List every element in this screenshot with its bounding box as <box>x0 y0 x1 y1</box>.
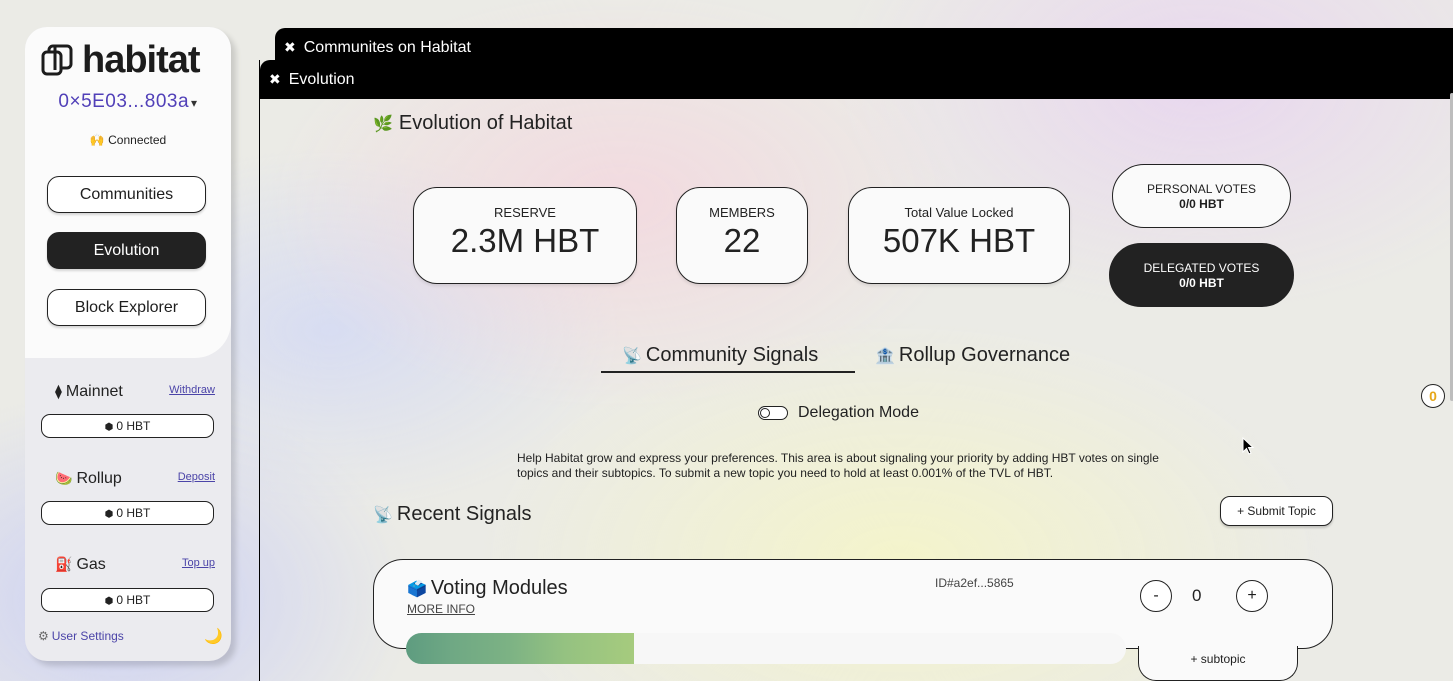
network-mainnet: ⧫ Mainnet Withdraw <box>25 379 231 403</box>
tvl-value: 507K HBT <box>882 222 1036 259</box>
delegation-mode-toggle[interactable]: Delegation Mode <box>758 404 919 422</box>
page-title-text: Evolution of Habitat <box>398 112 573 134</box>
herb-icon: 🌿 <box>373 116 393 133</box>
toggle-switch[interactable] <box>758 406 788 420</box>
window-evolution-title-text: Evolution <box>288 71 355 88</box>
wallet-address-text: 0×5E03...803a <box>58 91 190 112</box>
notification-badge[interactable]: 0 <box>1421 384 1445 408</box>
signal-id: ID#a2ef...5865 <box>935 576 1014 590</box>
tab-community-signals[interactable]: 📡 Community Signals <box>622 344 818 367</box>
wallet-address[interactable]: 0×5E03...803a ▾ <box>25 91 231 113</box>
tab-community-signals-label: Community Signals <box>645 344 819 366</box>
vote-decrease-button[interactable]: - <box>1140 580 1172 612</box>
coin-icon: ⬢ <box>104 422 114 433</box>
nav-communities-button[interactable]: Communities <box>47 176 206 213</box>
signal-title-text: Voting Modules <box>430 577 568 599</box>
delegated-votes-label: DELEGATED VOTES <box>1143 261 1260 275</box>
network-gas: ⛽ Gas Top up <box>25 552 231 576</box>
vote-count: 0 <box>1192 586 1202 605</box>
members-value: 22 <box>723 222 761 259</box>
mainnet-balance-value: 0 HBT <box>116 419 151 433</box>
window-evolution-titlebar[interactable]: ✖ Evolution <box>260 60 1453 99</box>
habitat-logo[interactable]: habitat <box>41 39 201 81</box>
reserve-label: RESERVE <box>494 205 556 220</box>
signal-progress-fill <box>406 633 634 664</box>
watermelon-icon: 🍉 <box>55 470 73 486</box>
gas-balance-value: 0 HBT <box>116 593 151 607</box>
ethereum-icon: ⧫ <box>55 383 62 399</box>
connection-label: Connected <box>108 133 167 147</box>
delegated-votes[interactable]: DELEGATED VOTES 0/0 HBT <box>1109 243 1294 307</box>
vote-increase-button[interactable]: + <box>1236 580 1268 612</box>
signal-progress-bar <box>406 633 1126 664</box>
ballot-box-icon: 🗳️ <box>407 581 427 598</box>
page-title: 🌿 Evolution of Habitat <box>373 112 572 135</box>
personal-votes-label: PERSONAL VOTES <box>1147 182 1256 196</box>
delegated-votes-value: 0/0 HBT <box>1179 276 1224 290</box>
window-evolution-title: ✖ Evolution <box>269 71 355 89</box>
top-up-link[interactable]: Top up <box>182 557 215 569</box>
fuel-pump-icon: ⛽ <box>55 556 73 572</box>
chevron-down-icon: ▾ <box>191 96 198 110</box>
gear-icon: ⚙ <box>38 629 49 643</box>
network-rollup-label: Rollup <box>76 470 122 487</box>
network-mainnet-name: ⧫ Mainnet <box>55 379 123 404</box>
network-rollup-name: 🍉 Rollup <box>55 466 122 491</box>
rollup-balance-value: 0 HBT <box>116 506 151 520</box>
signal-title: 🗳️ Voting Modules <box>407 577 568 600</box>
gas-balance: ⬢ 0 HBT <box>41 588 214 612</box>
raised-hands-icon: 🙌 <box>89 133 105 147</box>
bank-icon: 🏦 <box>875 348 895 365</box>
mouse-cursor-icon <box>1242 437 1254 455</box>
network-mainnet-label: Mainnet <box>65 383 123 400</box>
close-icon[interactable]: ✖ <box>284 39 296 55</box>
user-settings-link[interactable]: ⚙ User Settings <box>38 629 124 643</box>
moon-icon[interactable]: 🌙 <box>204 627 223 645</box>
personal-votes-value: 0/0 HBT <box>1179 197 1224 211</box>
mainnet-balance: ⬢ 0 HBT <box>41 414 214 438</box>
sidebar-top-panel: habitat 0×5E03...803a ▾ 🙌 Connected Commu… <box>25 27 231 358</box>
window-communities-title-text: Communites on Habitat <box>303 39 471 56</box>
deposit-link[interactable]: Deposit <box>178 471 215 483</box>
members-label: MEMBERS <box>709 205 775 220</box>
tvl-stat: Total Value Locked 507K HBT <box>848 187 1070 284</box>
members-stat: MEMBERS 22 <box>676 187 808 284</box>
submit-topic-button[interactable]: + Submit Topic <box>1220 496 1333 526</box>
close-icon[interactable]: ✖ <box>269 71 281 87</box>
tvl-label: Total Value Locked <box>904 205 1014 220</box>
reserve-stat: RESERVE 2.3M HBT <box>413 187 637 284</box>
logo-text: habitat <box>82 39 201 81</box>
user-settings-label: User Settings <box>51 629 124 643</box>
reserve-value: 2.3M HBT <box>450 222 600 259</box>
satellite-dish-icon: 📡 <box>622 348 642 365</box>
nav-evolution-button[interactable]: Evolution <box>47 232 206 269</box>
more-info-link[interactable]: MORE INFO <box>407 602 475 616</box>
satellite-dish-icon: 📡 <box>373 507 393 524</box>
network-gas-name: ⛽ Gas <box>55 552 106 577</box>
delegation-mode-label: Delegation Mode <box>798 404 919 421</box>
active-tab-indicator <box>601 371 855 373</box>
tab-rollup-governance-label: Rollup Governance <box>898 344 1071 366</box>
recent-signals-title: 📡 Recent Signals <box>373 503 531 526</box>
network-gas-label: Gas <box>76 556 106 573</box>
habitat-logo-icon <box>41 44 73 76</box>
recent-signals-title-text: Recent Signals <box>396 503 532 525</box>
coin-icon: ⬢ <box>104 596 114 607</box>
tab-rollup-governance[interactable]: 🏦 Rollup Governance <box>875 344 1070 367</box>
add-subtopic-button[interactable]: + subtopic <box>1138 646 1298 681</box>
connection-status: 🙌 Connected <box>25 133 231 147</box>
personal-votes[interactable]: PERSONAL VOTES 0/0 HBT <box>1112 164 1291 228</box>
coin-icon: ⬢ <box>104 509 114 520</box>
network-rollup: 🍉 Rollup Deposit <box>25 466 231 490</box>
window-communities-title[interactable]: ✖ Communites on Habitat <box>284 39 471 57</box>
toggle-knob <box>760 408 770 418</box>
sidebar: habitat 0×5E03...803a ▾ 🙌 Connected Commu… <box>25 27 231 661</box>
help-text: Help Habitat grow and express your prefe… <box>517 451 1159 480</box>
window-evolution: ✖ Evolution 🌿 Evolution of Habitat RESERVE… <box>259 60 1453 681</box>
rollup-balance: ⬢ 0 HBT <box>41 501 214 525</box>
nav-block-explorer-button[interactable]: Block Explorer <box>47 289 206 326</box>
withdraw-link[interactable]: Withdraw <box>169 384 215 396</box>
